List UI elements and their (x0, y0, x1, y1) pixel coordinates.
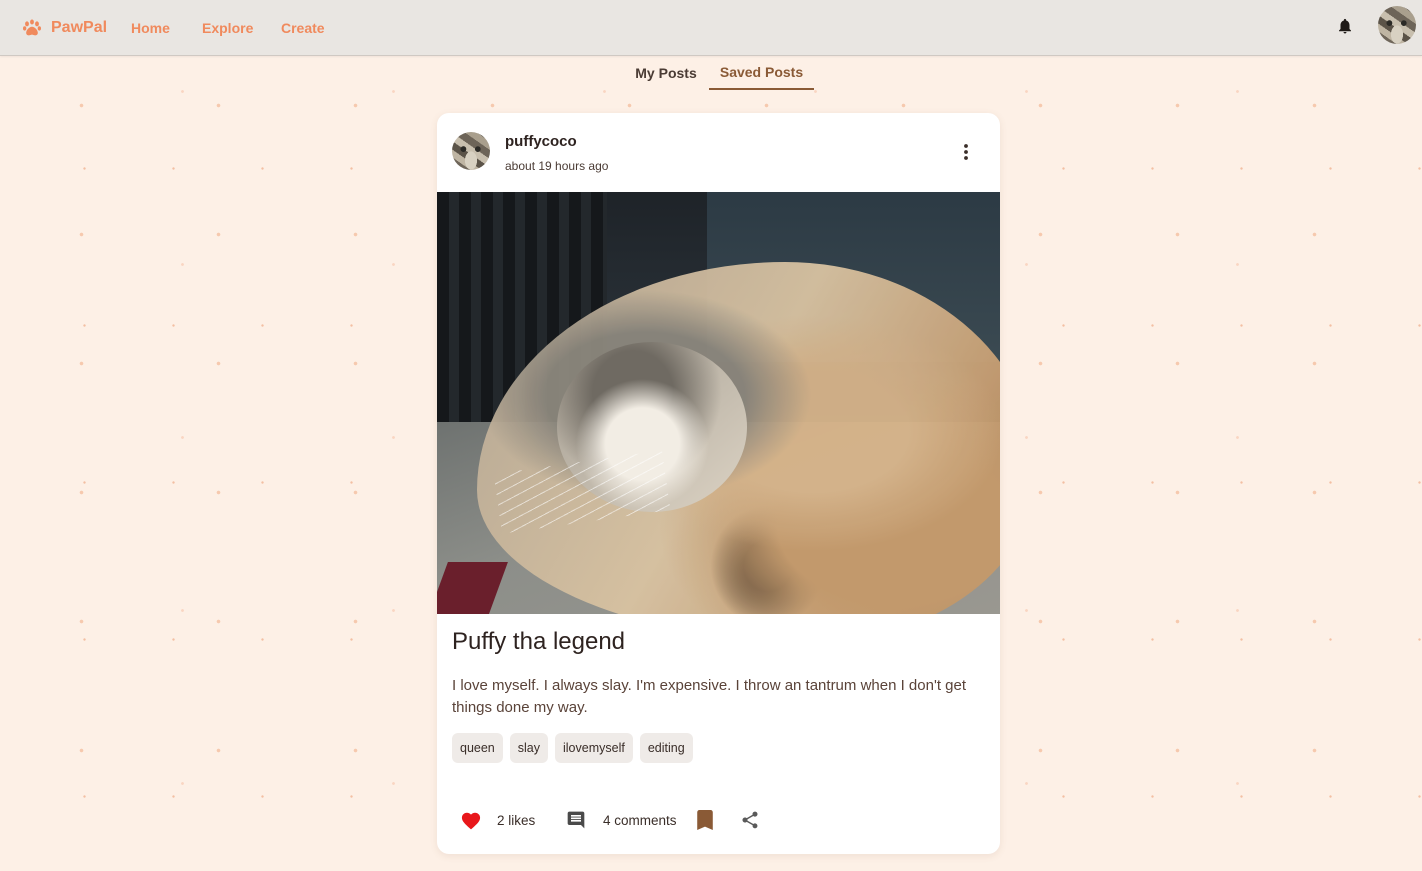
tag-chip[interactable]: ilovemyself (555, 733, 633, 763)
brand-logo-link[interactable]: PawPal (22, 0, 107, 56)
post-author-avatar[interactable] (452, 132, 490, 170)
nav-create-link[interactable]: Create (281, 0, 325, 56)
nav-home-link[interactable]: Home (131, 0, 170, 56)
post-author-avatar-image (452, 132, 490, 170)
more-vert-icon[interactable] (955, 141, 977, 163)
tag-chip[interactable]: slay (509, 733, 548, 763)
post-card: puffycoco about 19 hours ago Puffy tha l… (437, 113, 1000, 854)
post-title: Puffy tha legend (452, 628, 626, 655)
comments-count[interactable]: 4 comments (603, 807, 677, 833)
comment-icon[interactable] (566, 807, 586, 833)
tab-my-posts[interactable]: My Posts (624, 56, 708, 90)
paw-icon (22, 18, 42, 38)
bookmark-icon[interactable] (697, 807, 713, 833)
post-timestamp: about 19 hours ago (505, 159, 609, 173)
avatar-image (1378, 6, 1416, 44)
tag-chip[interactable]: queen (452, 733, 503, 763)
share-icon[interactable] (740, 807, 760, 833)
user-avatar[interactable] (1378, 6, 1416, 44)
nav-explore-link[interactable]: Explore (202, 0, 253, 56)
post-image[interactable] (437, 192, 1000, 614)
post-actions: 2 likes 4 comments (437, 807, 1000, 833)
post-username[interactable]: puffycoco (505, 133, 577, 150)
heart-icon[interactable] (460, 807, 482, 833)
top-navigation-bar: PawPal Home Explore Create (0, 0, 1422, 56)
tag-chip[interactable]: editing (639, 733, 693, 763)
tab-saved-posts[interactable]: Saved Posts (709, 56, 814, 90)
bell-icon[interactable] (1336, 16, 1354, 36)
post-description: I love myself. I always slay. I'm expens… (452, 677, 967, 716)
likes-count: 2 likes (497, 812, 536, 828)
brand-name: PawPal (51, 19, 108, 36)
post-tags: queen slay ilovemyself editing (452, 733, 693, 763)
